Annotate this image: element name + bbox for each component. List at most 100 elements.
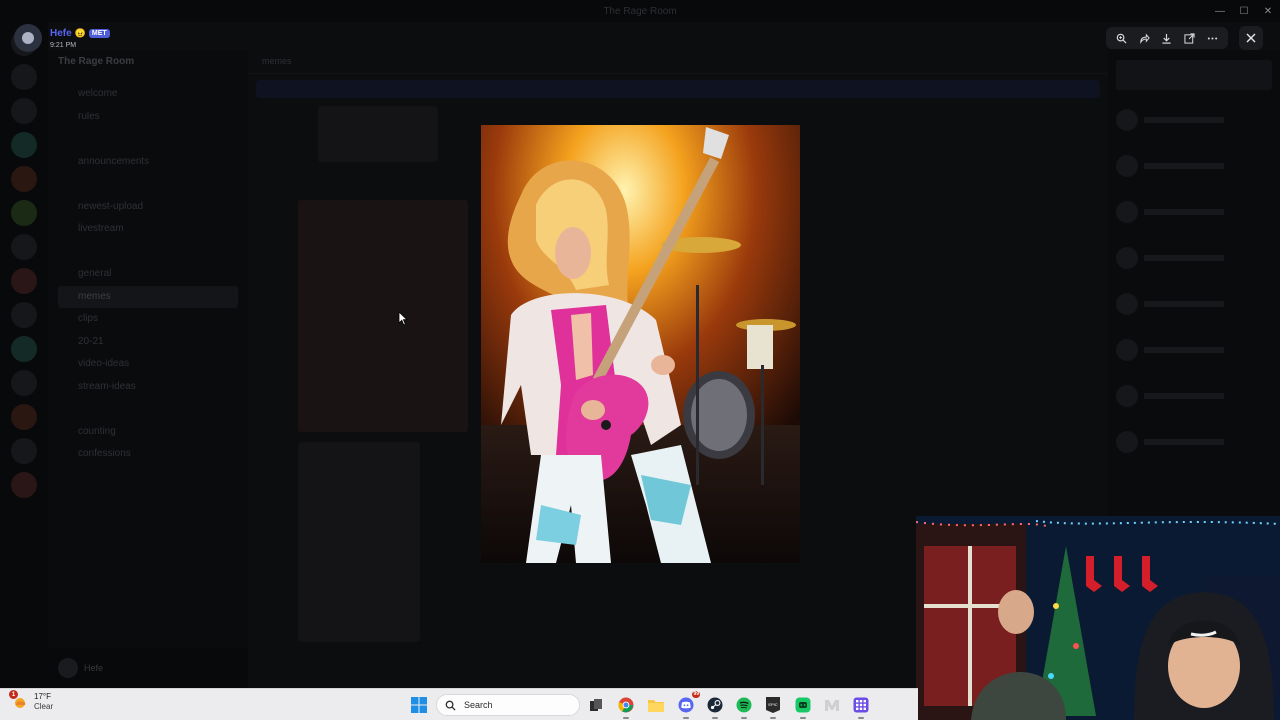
avatar[interactable] xyxy=(14,24,42,52)
member-item[interactable] xyxy=(1116,376,1272,416)
webcam-overlay xyxy=(916,516,1280,720)
guitarist-photo xyxy=(481,125,800,563)
server-icon[interactable] xyxy=(11,336,37,362)
channel-item-active[interactable]: memes xyxy=(58,285,238,308)
download-icon xyxy=(1162,33,1172,44)
more-button[interactable] xyxy=(1203,28,1223,48)
grid-icon xyxy=(853,697,869,713)
server-icon[interactable] xyxy=(11,166,37,192)
avatar[interactable] xyxy=(58,658,78,678)
chrome-icon xyxy=(618,697,634,713)
steam-button[interactable] xyxy=(704,694,726,719)
window-title: The Rage Room xyxy=(603,5,677,17)
discord-button[interactable]: 99 xyxy=(675,691,700,719)
m-icon xyxy=(825,700,839,711)
channel-item[interactable]: stream-ideas xyxy=(58,376,238,399)
channel-item[interactable]: announcements xyxy=(58,151,238,174)
forward-button[interactable] xyxy=(1134,28,1154,48)
author-name[interactable]: Hefe xyxy=(50,28,72,39)
channel-item[interactable]: video-ideas xyxy=(58,353,238,376)
file-explorer-button[interactable] xyxy=(645,694,667,716)
more-icon xyxy=(1207,36,1218,40)
window-titlebar: The Rage Room — ☐ ✕ xyxy=(0,0,1280,22)
channel-item[interactable] xyxy=(58,128,238,151)
chat-image-attachment[interactable] xyxy=(298,200,468,432)
spotify-button[interactable] xyxy=(733,694,755,719)
epic-games-icon: EPIC xyxy=(766,697,780,713)
channel-item[interactable]: newest-upload xyxy=(58,196,238,219)
taskview-button[interactable] xyxy=(585,694,607,716)
member-item[interactable] xyxy=(1116,146,1272,186)
channel-item[interactable]: counting xyxy=(58,421,238,444)
server-icon[interactable] xyxy=(11,64,37,90)
server-icon[interactable] xyxy=(11,302,37,328)
weather-condition: Clear xyxy=(34,702,54,711)
channel-item[interactable]: 20-21 xyxy=(58,331,238,354)
channel-item[interactable] xyxy=(58,241,238,264)
taskview-icon xyxy=(590,699,602,711)
server-icon[interactable] xyxy=(11,98,37,124)
activity-card[interactable] xyxy=(1116,60,1272,90)
lightbox-image[interactable] xyxy=(481,125,800,563)
chat-image-attachment[interactable] xyxy=(298,442,420,642)
server-rail xyxy=(0,22,48,688)
discord-notification-badge: 99 xyxy=(692,691,700,698)
new-messages-banner[interactable] xyxy=(256,80,1100,98)
channel-item[interactable]: livestream xyxy=(58,218,238,241)
server-icon[interactable] xyxy=(11,404,37,430)
weather-temperature: 17°F xyxy=(34,692,51,701)
server-icon[interactable] xyxy=(11,200,37,226)
channel-item[interactable]: welcome xyxy=(58,83,238,106)
user-panel: Hefe xyxy=(48,648,248,688)
server-icon[interactable] xyxy=(11,472,37,498)
author-badge: MET xyxy=(88,28,110,38)
steam-icon xyxy=(707,697,723,713)
taskbar: 1 17°F Clear Search 99 EPIC xyxy=(0,688,918,720)
svg-text:EPIC: EPIC xyxy=(768,702,777,707)
close-lightbox-button[interactable] xyxy=(1239,26,1263,50)
channel-item[interactable]: confessions xyxy=(58,443,238,466)
channel-item[interactable] xyxy=(58,398,238,421)
app-m-button[interactable] xyxy=(821,694,843,716)
maximize-icon[interactable]: ☐ xyxy=(1232,0,1256,22)
folder-icon xyxy=(648,700,664,712)
chrome-button[interactable] xyxy=(615,694,637,719)
lightbox-toolbar xyxy=(1106,27,1228,49)
member-item[interactable] xyxy=(1116,238,1272,278)
server-icon[interactable] xyxy=(11,438,37,464)
open-in-browser-icon xyxy=(1184,32,1195,44)
server-icon[interactable] xyxy=(11,370,37,396)
server-name[interactable]: The Rage Room xyxy=(58,56,238,67)
download-button[interactable] xyxy=(1157,28,1177,48)
author-emoji: 😠 xyxy=(74,27,86,38)
member-item[interactable] xyxy=(1116,100,1272,140)
zoom-in-icon xyxy=(1116,33,1127,44)
channel-item[interactable]: rules xyxy=(58,106,238,129)
start-button[interactable] xyxy=(408,694,430,716)
forward-icon xyxy=(1140,32,1150,44)
app-grid-button[interactable] xyxy=(850,694,872,719)
open-in-browser-button[interactable] xyxy=(1180,28,1200,48)
channel-item[interactable] xyxy=(58,173,238,196)
webcam-feed xyxy=(916,516,1280,720)
member-item[interactable] xyxy=(1116,330,1272,370)
channel-item[interactable]: general xyxy=(58,263,238,286)
member-item[interactable] xyxy=(1116,422,1272,462)
channel-item[interactable]: clips xyxy=(58,308,238,331)
server-icon[interactable] xyxy=(11,234,37,260)
taskbar-search-input[interactable]: Search xyxy=(436,694,580,716)
minimize-icon[interactable]: — xyxy=(1208,0,1232,22)
chat-image-attachment[interactable] xyxy=(318,106,438,162)
member-item[interactable] xyxy=(1116,284,1272,324)
channel-header: memes xyxy=(248,50,1108,74)
server-icon[interactable] xyxy=(11,268,37,294)
weather-widget[interactable]: 1 17°F Clear xyxy=(9,690,54,712)
app-green-button[interactable] xyxy=(792,694,814,719)
window-controls: — ☐ ✕ xyxy=(1208,0,1280,22)
mouse-cursor-icon xyxy=(398,311,408,326)
member-item[interactable] xyxy=(1116,192,1272,232)
epic-games-button[interactable]: EPIC xyxy=(762,694,784,719)
server-icon[interactable] xyxy=(11,132,37,158)
zoom-in-button[interactable] xyxy=(1111,28,1131,48)
window-close-icon[interactable]: ✕ xyxy=(1256,0,1280,22)
